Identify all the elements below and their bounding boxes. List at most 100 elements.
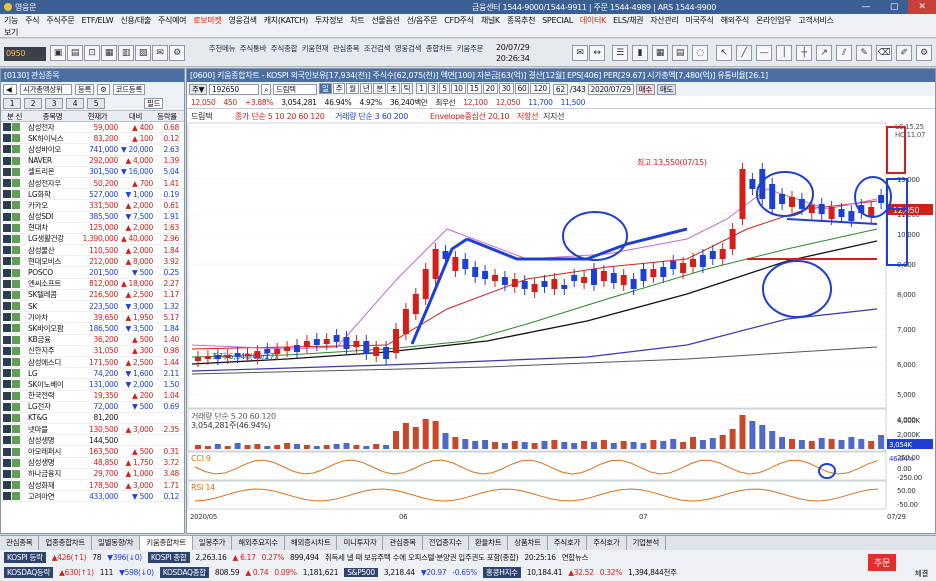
- trend-icon[interactable]: ↗: [816, 45, 832, 61]
- stock-name[interactable]: SK텔레콤: [28, 289, 77, 300]
- interval-button[interactable]: 60: [514, 83, 530, 94]
- candle-body[interactable]: [343, 337, 350, 349]
- stock-chart-icon[interactable]: [3, 290, 11, 299]
- candle-body[interactable]: [432, 249, 439, 279]
- screen-tab[interactable]: 관심종목: [0, 535, 40, 551]
- stock-chart-icon[interactable]: [3, 369, 11, 378]
- stock-chart-icon[interactable]: [3, 302, 11, 311]
- price-chart[interactable]: 드림텍 종가 단순 5 10 20 60 120 거래량 단순 3 60 200 En…: [187, 109, 935, 533]
- stock-name[interactable]: 카카오: [28, 200, 77, 211]
- candle-body[interactable]: [373, 347, 380, 356]
- table-row[interactable]: 삼성전자 59,000 ▲ 400 0.68: [1, 122, 184, 134]
- stock-chart-icon[interactable]: [3, 201, 11, 210]
- table-row[interactable]: 삼성바이오 741,000 ▼ 20,000 2.63: [1, 144, 184, 156]
- page-tab[interactable]: 1: [3, 97, 21, 109]
- screen-tab[interactable]: 미니투자자: [337, 535, 384, 551]
- candle-body[interactable]: [630, 279, 637, 289]
- screen-tab[interactable]: 기업분석: [627, 535, 666, 551]
- stock-name[interactable]: 하나금융지: [28, 468, 77, 479]
- register-button[interactable]: 등록: [75, 83, 95, 95]
- cci-pane[interactable]: [187, 451, 887, 481]
- candle-body[interactable]: [323, 339, 330, 344]
- candle-body[interactable]: [650, 269, 657, 277]
- candle-body[interactable]: [462, 259, 469, 269]
- sell-button[interactable]: 매도: [656, 83, 677, 95]
- candle-body[interactable]: [769, 184, 776, 209]
- screen-tab[interactable]: 전업종지수: [423, 535, 469, 551]
- menu-item[interactable]: 신용/대출: [120, 15, 151, 26]
- period-button[interactable]: 분: [373, 83, 387, 94]
- calculator-icon[interactable]: ▥: [118, 45, 134, 61]
- stock-chart-icon[interactable]: [3, 145, 11, 154]
- stock-chart-icon[interactable]: [3, 156, 11, 165]
- stock-chart-icon[interactable]: [3, 425, 11, 434]
- stock-chart-icon[interactable]: [3, 380, 11, 389]
- stock-chart-icon[interactable]: [3, 335, 11, 344]
- candle-body[interactable]: [541, 281, 548, 287]
- candle-body[interactable]: [828, 207, 835, 219]
- table-row[interactable]: 삼성물산 110,500 ▲ 2,000 1.84: [1, 245, 184, 257]
- code-input[interactable]: 192650: [209, 83, 260, 95]
- screen-tab[interactable]: 일별동향/차: [92, 535, 141, 551]
- candle-body[interactable]: [313, 339, 320, 345]
- menu-item[interactable]: 주식: [25, 15, 39, 26]
- toolbar-button[interactable]: 키움주문: [456, 44, 484, 66]
- candle-body[interactable]: [848, 211, 855, 221]
- table-row[interactable]: SK텔레콤 216,500 ▲ 2,500 1.17: [1, 290, 184, 301]
- stock-chart-icon[interactable]: [3, 190, 11, 199]
- stock-name[interactable]: 아모레퍼시: [28, 446, 77, 457]
- menu-item[interactable]: 해외주식: [721, 15, 750, 26]
- candle-body[interactable]: [779, 194, 786, 204]
- news-headline[interactable]: 취득세 낼 때 보유주택 수에 오피스텔·분양권 입주권도 포함(종합): [325, 552, 519, 563]
- stock-name[interactable]: LG: [28, 369, 77, 378]
- stock-name[interactable]: 엔씨소프트: [28, 278, 77, 289]
- close-button[interactable]: ✕: [908, 0, 936, 14]
- candle-body[interactable]: [204, 356, 211, 359]
- candle-body[interactable]: [610, 273, 617, 283]
- bars-icon[interactable]: ▮: [632, 45, 648, 61]
- table-row[interactable]: 넷마블 130,500 ▲ 3,000 2.35: [1, 424, 184, 436]
- toolbar-button[interactable]: 조건검색: [363, 44, 391, 66]
- stock-chart-icon[interactable]: [3, 324, 11, 333]
- candle-body[interactable]: [224, 355, 231, 358]
- period-select[interactable]: 주▼: [189, 83, 208, 95]
- table-row[interactable]: 삼성생명 144,500: [1, 435, 184, 447]
- screen-tab[interactable]: 업종종합차트: [39, 535, 93, 551]
- maximize-button[interactable]: ▢: [880, 0, 908, 14]
- news-icon[interactable]: ▧: [135, 45, 151, 61]
- date-input[interactable]: 2020/07/29: [587, 83, 634, 95]
- interval-button[interactable]: 30: [498, 83, 514, 94]
- toolbar-button[interactable]: 관심종목: [332, 44, 360, 66]
- interval-button[interactable]: 10: [450, 83, 466, 94]
- list-icon[interactable]: ☰: [612, 45, 628, 61]
- stock-name[interactable]: SK바이오팜: [28, 323, 77, 334]
- stock-name[interactable]: NAVER: [28, 156, 77, 165]
- candle-body[interactable]: [531, 284, 538, 292]
- table-row[interactable]: LG화학 527,000 ▼ 1,000 0.19: [1, 189, 184, 201]
- stock-chart-icon[interactable]: [3, 257, 11, 266]
- stock-chart-icon[interactable]: [3, 268, 11, 277]
- stock-chart-icon[interactable]: [3, 436, 11, 445]
- screen-tab[interactable]: 관심종목: [383, 535, 423, 551]
- table-row[interactable]: 현대모비스 212,000 ▲ 8,000 3.92: [1, 256, 184, 268]
- stock-name[interactable]: 삼성생명: [28, 435, 77, 446]
- stock-name[interactable]: SK이노베이: [28, 379, 77, 390]
- interval-button[interactable]: 20: [482, 83, 498, 94]
- menu-item[interactable]: 투자정보: [315, 15, 344, 26]
- interval-button[interactable]: 3: [427, 83, 439, 94]
- menu-item[interactable]: 선물옵션: [371, 15, 400, 26]
- stock-name[interactable]: POSCO: [28, 268, 77, 277]
- screen-tab[interactable]: 환율차트: [469, 535, 509, 551]
- menu-item-view[interactable]: 보기: [4, 27, 18, 38]
- interval-button[interactable]: 1: [416, 83, 427, 94]
- stock-chart-icon[interactable]: [3, 358, 11, 367]
- stock-chart-icon[interactable]: [3, 167, 11, 176]
- table-row[interactable]: SK하이닉스 83,200 ▲ 100 0.12: [1, 133, 184, 145]
- period-button[interactable]: 틱: [400, 83, 414, 94]
- candle-body[interactable]: [511, 279, 518, 287]
- stock-name[interactable]: 삼성생명: [28, 457, 77, 468]
- group-arrow-icon[interactable]: ◀: [3, 83, 17, 95]
- candle-body[interactable]: [412, 294, 419, 314]
- stock-chart-icon[interactable]: [3, 469, 11, 478]
- period-button[interactable]: 초: [387, 83, 400, 94]
